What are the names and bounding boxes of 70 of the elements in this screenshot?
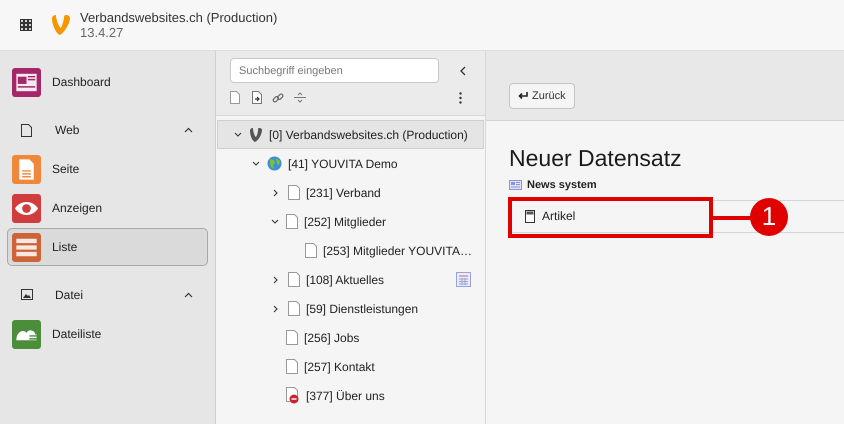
expand-toggle-icon[interactable] [271, 219, 279, 224]
tree-item-label: [231] Verband [306, 184, 381, 202]
module-item[interactable]: Dashboard [7, 63, 208, 101]
news-icon [509, 180, 522, 190]
page-arrow-icon[interactable] [252, 91, 262, 104]
collapse-icon[interactable] [460, 66, 466, 76]
module-item[interactable]: Seite [7, 150, 208, 188]
tree-item-label: [108] Aktuelles [306, 272, 384, 288]
section-heading: News system [527, 178, 597, 193]
site-root-icon [249, 126, 263, 142]
search-field[interactable]: Suchbegriff eingeben [230, 58, 439, 83]
back-button[interactable]: Zurück [509, 83, 575, 109]
tree-item-label: [257] Kontakt [304, 358, 375, 376]
new-page-icon[interactable] [230, 91, 240, 104]
group-label: Web [55, 122, 80, 139]
site-name: Verbandswebsites.ch (Production) [80, 10, 278, 25]
tree-item[interactable]: [252] Mitglieder [216, 207, 485, 236]
page-icon [288, 301, 300, 316]
more-icon[interactable] [459, 92, 462, 104]
tree-item[interactable]: [256] Jobs [216, 323, 485, 352]
hidden-page-icon [286, 387, 300, 404]
version-label: 13.4.27 [80, 25, 124, 40]
app-grid-icon[interactable] [20, 19, 32, 31]
page-icon [288, 185, 300, 200]
divider-icon[interactable] [294, 92, 306, 103]
link-icon[interactable] [272, 92, 284, 104]
document-icon [525, 210, 535, 222]
tree-item[interactable]: [41] YOUVITA Demo [216, 149, 485, 178]
chevron-icon[interactable] [184, 292, 193, 298]
chevron-icon[interactable] [184, 127, 193, 133]
group-label: Datei [55, 287, 84, 304]
globe-icon [267, 156, 282, 171]
tree-item-label: [59] Dienstleistungen [306, 300, 418, 318]
expand-toggle-icon[interactable] [273, 276, 278, 284]
callout-number: 1 [750, 198, 788, 236]
tree-item-label: [252] Mitglieder [304, 214, 386, 230]
module-item[interactable]: Anzeigen [7, 189, 208, 227]
tree-item-label: [0] Verbandswebsites.ch (Production) [269, 126, 468, 144]
page-module-icon [12, 154, 41, 184]
tree-item[interactable]: [231] Verband [216, 178, 485, 207]
cloud-module-icon [12, 320, 41, 348]
page-icon [286, 359, 298, 374]
tree-item[interactable]: [108] Aktuelles [216, 265, 485, 294]
tree-item-label: [41] YOUVITA Demo [288, 156, 398, 172]
expand-toggle-icon[interactable] [273, 188, 278, 196]
tree-item[interactable]: [377] Über uns [216, 381, 485, 410]
module-item[interactable]: Dateiliste [7, 315, 208, 353]
dashboard-module-icon [12, 68, 41, 96]
page-icon [21, 124, 33, 136]
tree-item-label: [377] Über uns [306, 388, 385, 404]
module-item[interactable]: Liste [7, 228, 208, 266]
page-icon [286, 214, 298, 229]
tree-item-label: [256] Jobs [304, 330, 360, 346]
page-icon [305, 243, 317, 258]
expand-toggle-icon[interactable] [273, 304, 278, 312]
page-title: Neuer Datensatz [509, 144, 683, 173]
image-icon [21, 288, 33, 302]
tree-item[interactable]: [0] Verbandswebsites.ch (Production) [217, 120, 484, 149]
tree-item[interactable]: [59] Dienstleistungen [216, 294, 485, 323]
expand-toggle-icon[interactable] [234, 132, 242, 137]
page-icon [286, 330, 298, 345]
eye-module-icon [12, 194, 41, 222]
page-icon [288, 272, 300, 287]
tree-item[interactable]: [257] Kontakt [216, 352, 485, 381]
tree-item[interactable]: [253] Mitglieder YOUVITA… [216, 236, 485, 265]
list-module-icon [12, 232, 41, 262]
record-type-link[interactable]: Artikel [509, 200, 709, 232]
expand-toggle-icon[interactable] [252, 161, 260, 166]
tree-item-label: [253] Mitglieder YOUVITA… [323, 242, 472, 260]
return-arrow-icon [518, 92, 528, 100]
